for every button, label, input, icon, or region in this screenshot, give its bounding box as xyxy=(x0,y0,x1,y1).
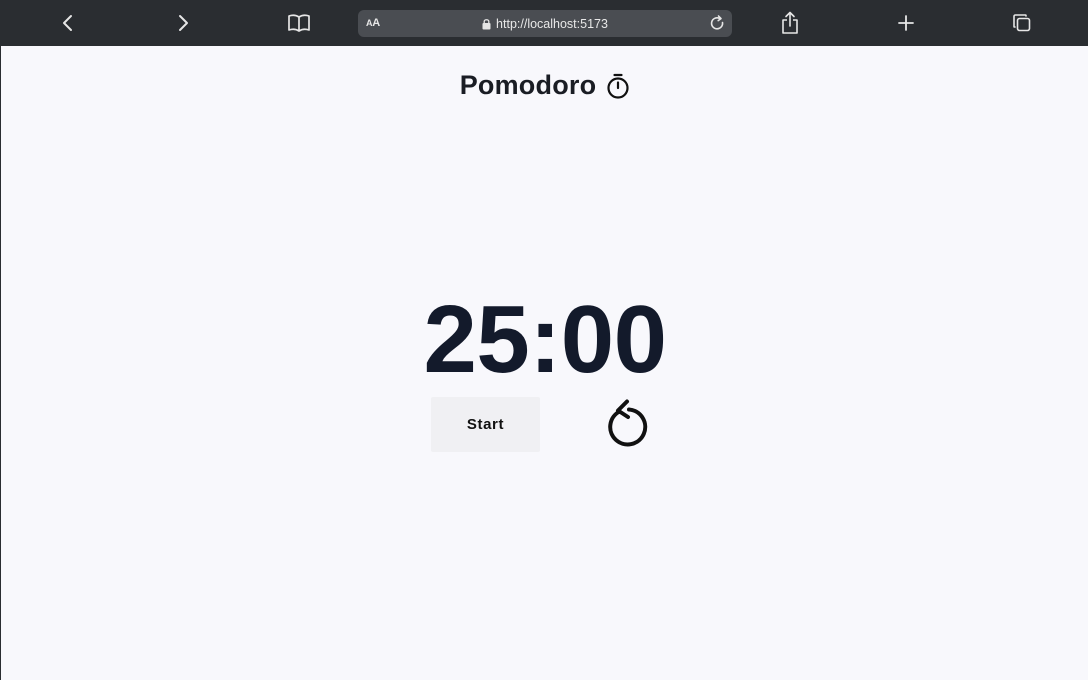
browser-toolbar: AA http://localhost:5173 xyxy=(0,0,1088,46)
book-icon xyxy=(288,14,310,32)
chevron-right-icon xyxy=(179,15,188,31)
chevron-left-icon xyxy=(63,15,72,31)
reload-icon xyxy=(710,15,724,30)
lock-icon xyxy=(482,18,491,29)
url-bar[interactable]: AA http://localhost:5173 xyxy=(358,10,732,37)
tabs-overview-button[interactable] xyxy=(1008,9,1036,37)
reset-button[interactable] xyxy=(604,399,652,451)
new-tab-button[interactable] xyxy=(892,9,920,37)
start-button[interactable]: Start xyxy=(431,397,540,452)
forward-button[interactable] xyxy=(169,9,197,37)
reload-button[interactable] xyxy=(708,14,727,33)
timer-display: 25:00 xyxy=(423,286,667,393)
share-button[interactable] xyxy=(776,9,804,37)
stopwatch-icon xyxy=(607,73,629,99)
url-display: http://localhost:5173 xyxy=(358,10,732,37)
back-button[interactable] xyxy=(54,9,82,37)
url-text: http://localhost:5173 xyxy=(496,16,608,31)
plus-icon xyxy=(898,15,914,31)
page-title: Pomodoro xyxy=(459,70,597,100)
tabs-icon xyxy=(1013,14,1031,32)
reset-icon xyxy=(608,399,648,447)
share-icon xyxy=(782,11,798,34)
bookmarks-button[interactable] xyxy=(285,9,313,37)
header: Pomodoro xyxy=(1,70,1088,101)
app-page: Pomodoro 25:00 Start xyxy=(0,46,1088,680)
